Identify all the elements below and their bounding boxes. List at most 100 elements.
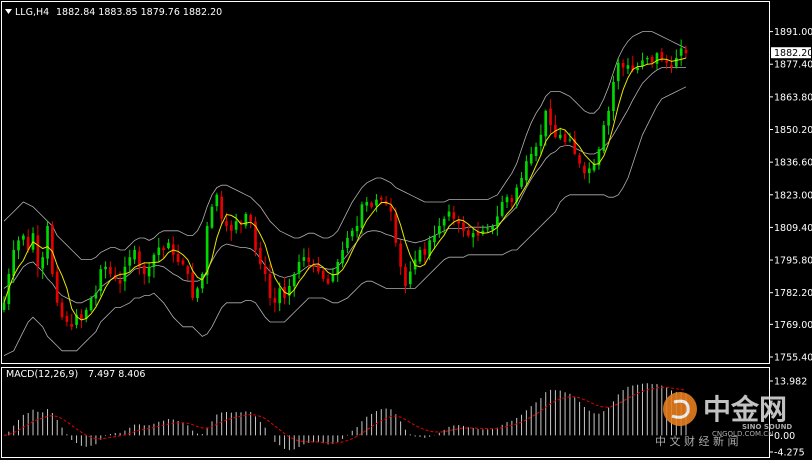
candle-body	[133, 249, 136, 260]
candle	[215, 192, 219, 212]
candle-body	[167, 242, 170, 249]
candle-body	[442, 218, 446, 226]
candle-body	[17, 240, 20, 251]
cngold-logo-icon	[663, 392, 697, 426]
candle-body	[505, 197, 509, 203]
candle	[297, 254, 301, 279]
ohlc-label: 1882.84 1883.85 1879.76 1882.20	[56, 7, 222, 18]
candle-body	[670, 65, 673, 68]
candle-body	[370, 202, 373, 207]
candle	[259, 241, 262, 270]
candle	[496, 205, 499, 236]
candle-body	[645, 57, 649, 60]
candle-body	[317, 264, 320, 272]
symbol-label: LLG,H4	[15, 7, 49, 18]
candle-body	[297, 261, 301, 274]
candle	[525, 155, 528, 186]
candle	[113, 266, 117, 282]
candle	[355, 216, 359, 238]
candle-body	[346, 237, 349, 249]
price-tick-label: 1836.60	[774, 158, 812, 169]
price-axis: 1891.00 1877.40 1863.80 1850.20 1836.60 1823.…	[769, 27, 812, 364]
candle	[558, 127, 562, 140]
bollinger-upper-line	[3, 31, 687, 260]
candle-body	[263, 266, 267, 274]
candle	[176, 244, 180, 266]
candle	[138, 246, 141, 275]
candle	[273, 287, 277, 313]
candle	[210, 203, 214, 229]
candle-body	[462, 222, 465, 231]
candle-body	[578, 155, 581, 164]
candle	[346, 231, 349, 254]
candle-body	[350, 230, 354, 237]
candle	[534, 142, 538, 162]
candle-body	[365, 201, 369, 206]
candle	[433, 225, 436, 250]
candle-body	[500, 201, 504, 216]
candle-body	[621, 62, 625, 68]
candle	[365, 196, 369, 212]
cngold-watermark: 中金网 中 文 财 经 新 闻 CNGOLD.COM.CN SINO SOUND	[655, 392, 792, 448]
candle-body	[486, 228, 490, 230]
candle-body	[520, 177, 523, 187]
candle-body	[602, 125, 606, 152]
candle-body	[278, 288, 282, 304]
main-panel-border	[1, 1, 770, 364]
candle	[263, 256, 267, 282]
candle	[142, 261, 146, 285]
candle-body	[268, 273, 272, 298]
candle-body	[12, 249, 16, 276]
candle	[31, 227, 35, 253]
candle-body	[321, 270, 325, 279]
price-tick-label: 1755.40	[774, 353, 812, 364]
candle	[486, 223, 490, 233]
candle	[244, 212, 248, 229]
price-tick-label: 1782.20	[774, 288, 812, 299]
candle	[587, 162, 591, 184]
candle	[51, 221, 54, 277]
price-tick-label: 1863.80	[774, 92, 812, 103]
candle	[592, 158, 596, 173]
candle	[109, 261, 112, 278]
candle-body	[244, 213, 248, 226]
candle-body	[220, 196, 223, 219]
candle	[80, 309, 83, 329]
macd-tick-label: 13.982	[774, 377, 807, 388]
candle-body	[437, 225, 441, 235]
macd-signal-path	[3, 386, 687, 444]
candle	[157, 238, 161, 262]
candle	[336, 259, 340, 283]
candle-body	[142, 265, 146, 274]
candle	[636, 62, 639, 74]
candle-body	[302, 257, 306, 261]
candle-body	[612, 81, 615, 111]
candle	[104, 261, 107, 279]
candle	[437, 217, 441, 239]
candle-body	[394, 213, 398, 243]
candle	[147, 262, 151, 284]
candle	[679, 39, 683, 66]
candle-body	[534, 146, 538, 156]
candle-body	[109, 267, 112, 274]
collapse-triangle-icon[interactable]	[5, 9, 12, 14]
macd-label: MACD(12,26,9)	[6, 369, 78, 380]
candle	[384, 195, 388, 206]
candle-body	[355, 225, 359, 232]
candle	[41, 251, 45, 279]
candle-body	[118, 279, 122, 284]
candle	[418, 246, 422, 265]
macd-tick-label: 0.00	[774, 431, 795, 442]
candle-body	[36, 235, 40, 267]
candle-body	[549, 108, 552, 126]
macd-histogram	[8, 383, 687, 451]
candle	[36, 225, 40, 278]
candle	[99, 264, 103, 297]
candle	[89, 295, 93, 312]
candle	[578, 152, 581, 168]
candle	[670, 56, 673, 73]
candle-body	[2, 302, 6, 311]
candle-body	[457, 220, 460, 224]
candle-body	[679, 48, 683, 56]
watermark-domain: CNGOLD.COM.CN	[712, 430, 773, 438]
